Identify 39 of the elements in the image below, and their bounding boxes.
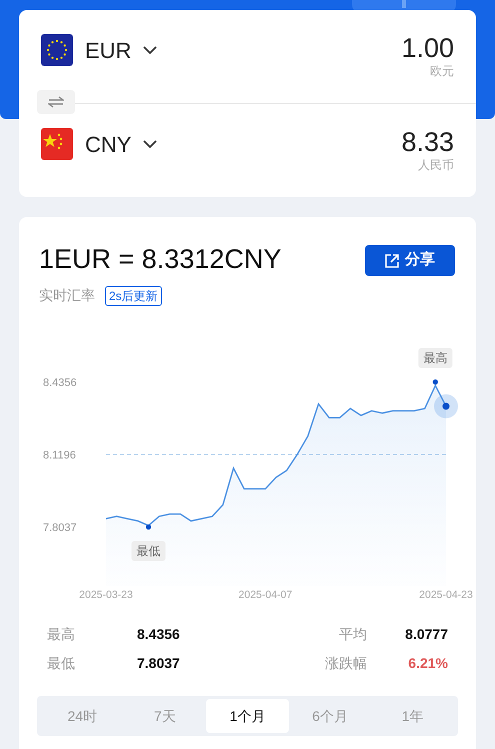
share-button[interactable]: 分享 <box>365 245 455 276</box>
stat-label: 最高 <box>47 625 76 644</box>
extreme-point-dot <box>432 379 438 385</box>
amount-value: 8.33 <box>401 126 454 158</box>
currency-selector[interactable]: EUR <box>41 32 158 68</box>
axis-label: 2025-03-23 <box>79 589 133 601</box>
stat-value: 7.8037 <box>137 654 181 673</box>
point-label: 最低 <box>132 541 166 561</box>
chevron-down-icon <box>143 46 158 54</box>
chevron-down-icon <box>143 140 158 148</box>
annotation: 最低 <box>136 544 160 558</box>
stat-label: 平均 <box>338 625 368 644</box>
swap-button[interactable] <box>37 90 75 114</box>
stat-value: 6.21% <box>407 654 448 673</box>
amount-value: 1.00 <box>401 32 454 64</box>
current-point-marker <box>434 394 458 418</box>
period-tab[interactable]: 1个月 <box>206 699 289 733</box>
flag-icon <box>41 34 73 66</box>
rate-title: 1EUR = 8.3312CNY <box>39 243 282 275</box>
point-label: 最高 <box>418 348 452 368</box>
share-icon <box>385 254 399 268</box>
stat-value: 8.4356 <box>137 625 181 644</box>
currency-name: 欧元 <box>430 64 454 78</box>
flag-icon <box>41 128 73 160</box>
currency-name: 人民币 <box>418 158 454 172</box>
axis-label: 2025-04-07 <box>238 589 292 601</box>
stat-label: 涨跌幅 <box>324 654 368 673</box>
swap-icon <box>48 96 64 108</box>
axis-label: 7.8037 <box>43 522 77 534</box>
extreme-point-dot <box>146 524 152 530</box>
axis-label: 8.1196 <box>43 450 76 462</box>
axis-label: 8.4356 <box>43 377 77 389</box>
rate-label: 实时汇率 <box>39 286 95 305</box>
axis-label: 2025-04-23 <box>419 589 473 601</box>
stat-value: 8.0777 <box>404 625 448 644</box>
annotation: 最高 <box>423 351 448 365</box>
currency-selector[interactable]: CNY <box>41 126 158 162</box>
refresh-tag: 2s后更新 <box>105 286 162 306</box>
stat-label: 最低 <box>47 654 76 673</box>
